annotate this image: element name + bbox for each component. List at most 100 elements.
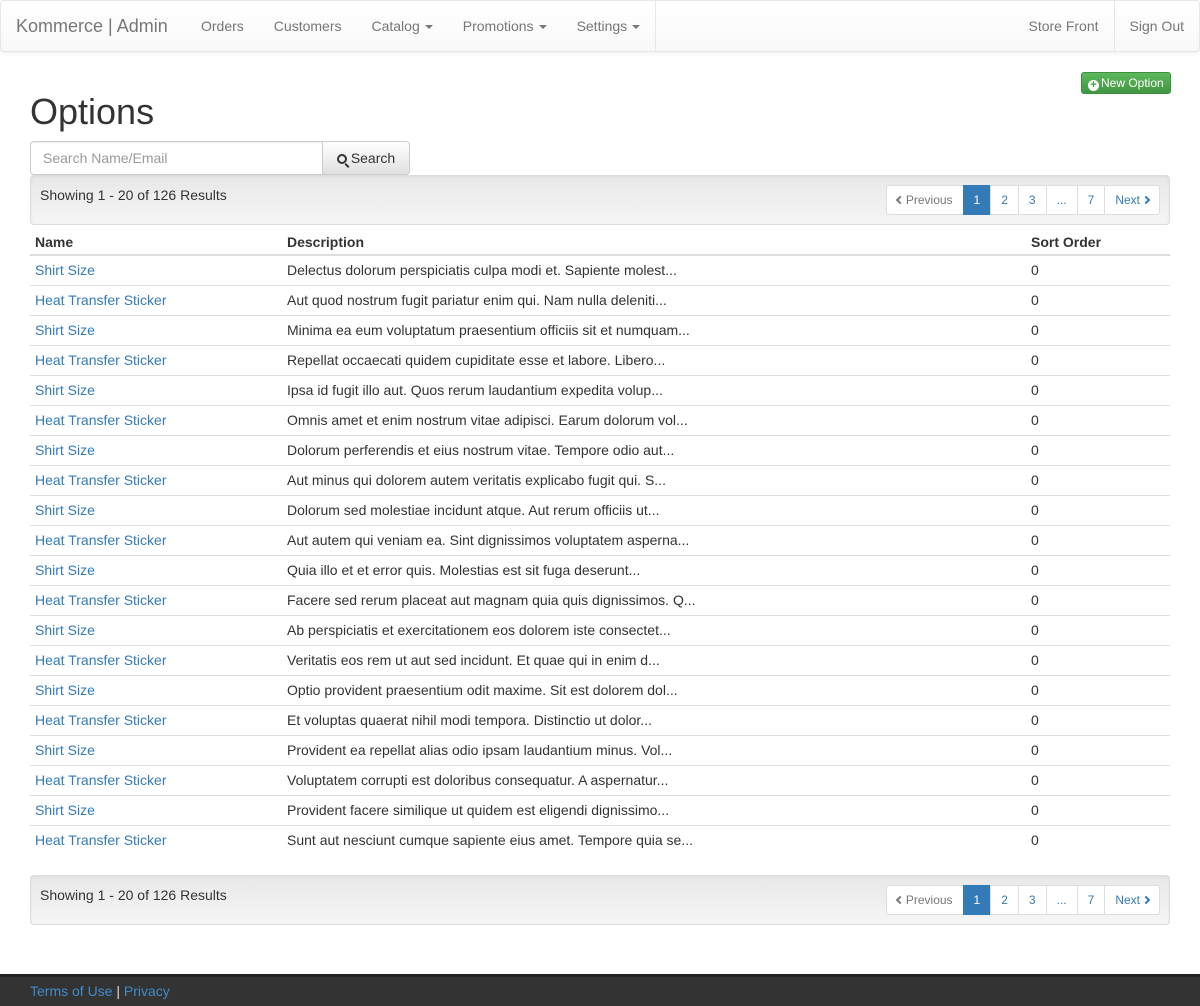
option-name-cell: Shirt Size <box>30 674 282 705</box>
pagination-page-3[interactable]: 3 <box>1017 185 1047 215</box>
brand-link[interactable]: Kommerce | Admin <box>16 1 168 51</box>
option-name-link[interactable]: Heat Transfer Sticker <box>35 712 167 728</box>
option-name-link[interactable]: Heat Transfer Sticker <box>35 652 167 668</box>
table-row: Heat Transfer Sticker Aut minus qui dolor… <box>30 464 1170 495</box>
pagination-page-3[interactable]: 3 <box>1017 885 1047 915</box>
plus-circle-icon: + <box>1088 80 1099 91</box>
table-row: Heat Transfer Sticker Sunt aut nesciunt c… <box>30 824 1170 855</box>
nav-customers[interactable]: Customers <box>259 1 357 51</box>
option-description: Aut minus qui dolorem autem veritatis ex… <box>282 464 1026 495</box>
option-name-link[interactable]: Shirt Size <box>35 622 95 638</box>
option-name-link[interactable]: Heat Transfer Sticker <box>35 352 167 368</box>
option-name-cell: Heat Transfer Sticker <box>30 344 282 375</box>
pagination-next[interactable]: Next <box>1104 185 1160 215</box>
table-row: Shirt Size Dolorum sed molestiae incidunt… <box>30 494 1170 525</box>
pagination-ellipsis: ... <box>1045 185 1078 215</box>
option-name-link[interactable]: Shirt Size <box>35 802 95 818</box>
search-input[interactable] <box>30 141 323 175</box>
nav-promotions-dropdown[interactable]: Promotions <box>448 1 562 51</box>
table-body: Shirt Size Delectus dolorum perspiciatis … <box>30 255 1170 855</box>
table-row: Shirt Size Ab perspiciatis et exercitatio… <box>30 614 1170 645</box>
nav-orders-label: Orders <box>201 18 244 34</box>
pagination-next-label: Next <box>1115 893 1140 907</box>
option-name-link[interactable]: Shirt Size <box>35 262 95 278</box>
results-bar-top: Showing 1 - 20 of 126 Results Previous 1… <box>30 175 1170 225</box>
option-name-link[interactable]: Shirt Size <box>35 382 95 398</box>
pagination-previous-label: Previous <box>905 893 953 907</box>
nav-catalog-label: Catalog <box>371 18 420 34</box>
option-sort-order: 0 <box>1031 262 1039 279</box>
pagination-next[interactable]: Next <box>1104 885 1160 915</box>
pagination-page-2[interactable]: 2 <box>990 885 1019 915</box>
nav-sign-out[interactable]: Sign Out <box>1115 1 1199 51</box>
option-name-link[interactable]: Heat Transfer Sticker <box>35 532 167 548</box>
option-sort-order: 0 <box>1026 704 1170 735</box>
option-sort-order: 0 <box>1026 374 1170 405</box>
nav-orders[interactable]: Orders <box>186 1 259 51</box>
nav-settings-dropdown[interactable]: Settings <box>562 1 656 51</box>
option-description: Ab perspiciatis et exercitationem eos do… <box>282 614 1026 645</box>
option-name-cell: Shirt Size <box>30 734 282 765</box>
table-header-row: Name Description Sort Order <box>30 225 1170 256</box>
option-name-cell: Heat Transfer Sticker <box>30 764 282 795</box>
option-name-link[interactable]: Shirt Size <box>35 502 95 518</box>
pagination-page-2[interactable]: 2 <box>990 185 1019 215</box>
option-sort-order: 0 <box>1026 584 1170 615</box>
nav-catalog-dropdown[interactable]: Catalog <box>356 1 447 51</box>
option-name-cell: Heat Transfer Sticker <box>30 284 282 315</box>
page-title: Options <box>30 91 155 132</box>
search-form: Search <box>30 141 410 175</box>
option-name-link[interactable]: Shirt Size <box>35 322 95 338</box>
option-name-cell: Heat Transfer Sticker <box>30 524 282 555</box>
nav-store-front[interactable]: Store Front <box>1013 1 1113 51</box>
option-sort-order: 0 <box>1026 434 1170 465</box>
option-name-link[interactable]: Heat Transfer Sticker <box>35 472 167 488</box>
nav-customers-label: Customers <box>273 18 342 34</box>
pagination-previous-label: Previous <box>905 193 953 207</box>
pagination-page-1[interactable]: 1 <box>962 885 992 915</box>
footer-separator: | <box>116 983 120 999</box>
option-name-cell: Heat Transfer Sticker <box>30 704 282 735</box>
option-sort-order: 0 <box>1026 644 1170 675</box>
pagination-page-1[interactable]: 1 <box>962 185 992 215</box>
option-description: Provident ea repellat alias odio ipsam l… <box>282 734 1026 765</box>
option-name-cell: Heat Transfer Sticker <box>30 404 282 435</box>
option-name-cell: Shirt Size <box>30 554 282 585</box>
new-option-button[interactable]: + New Option <box>1081 72 1171 94</box>
option-name-cell: Shirt Size <box>30 794 282 825</box>
option-name-link[interactable]: Heat Transfer Sticker <box>35 832 167 848</box>
results-count: Showing 1 - 20 of 126 Results <box>40 187 227 203</box>
pagination-previous[interactable]: Previous <box>885 885 964 915</box>
option-description: Voluptatem corrupti est doloribus conseq… <box>282 764 1026 795</box>
column-header-description: Description <box>282 225 1026 256</box>
search-button[interactable]: Search <box>323 141 410 175</box>
table-row: Heat Transfer Sticker Facere sed rerum pl… <box>30 584 1170 615</box>
option-description: Facere sed rerum placeat aut magnam quia… <box>282 584 1026 615</box>
nav-store-front-label: Store Front <box>1028 18 1099 34</box>
option-name-link[interactable]: Heat Transfer Sticker <box>35 412 167 428</box>
pagination-page-7[interactable]: 7 <box>1076 185 1106 215</box>
privacy-link[interactable]: Privacy <box>124 983 170 999</box>
option-name-cell: Heat Transfer Sticker <box>30 464 282 495</box>
terms-of-use-link[interactable]: Terms of Use <box>30 983 112 999</box>
footer-links: Terms of Use | Privacy <box>30 983 170 999</box>
option-sort-order: 0 <box>1026 314 1170 345</box>
option-name-link[interactable]: Shirt Size <box>35 442 95 458</box>
option-sort-order: 0 <box>1026 824 1170 855</box>
option-name-link[interactable]: Shirt Size <box>35 742 95 758</box>
option-name-cell: Heat Transfer Sticker <box>30 824 282 855</box>
option-name-link[interactable]: Shirt Size <box>35 562 95 578</box>
option-description: Ipsa id fugit illo aut. Quos rerum lauda… <box>282 374 1026 405</box>
option-name-link[interactable]: Heat Transfer Sticker <box>35 772 167 788</box>
option-description: Veritatis eos rem ut aut sed incidunt. E… <box>282 644 1026 675</box>
pagination-page-7[interactable]: 7 <box>1076 885 1106 915</box>
option-description: Repellat occaecati quidem cupiditate ess… <box>282 344 1026 375</box>
table-row: Shirt Size Provident facere similique ut … <box>30 794 1170 825</box>
pagination-previous[interactable]: Previous <box>885 185 964 215</box>
table-row: Heat Transfer Sticker Repellat occaecati … <box>30 344 1170 375</box>
nav-promotions-label: Promotions <box>462 18 534 34</box>
option-name-link[interactable]: Shirt Size <box>35 682 95 698</box>
option-name-link[interactable]: Heat Transfer Sticker <box>35 592 167 608</box>
option-sort-order: 0 <box>1026 734 1170 765</box>
option-name-link[interactable]: Heat Transfer Sticker <box>35 292 167 308</box>
